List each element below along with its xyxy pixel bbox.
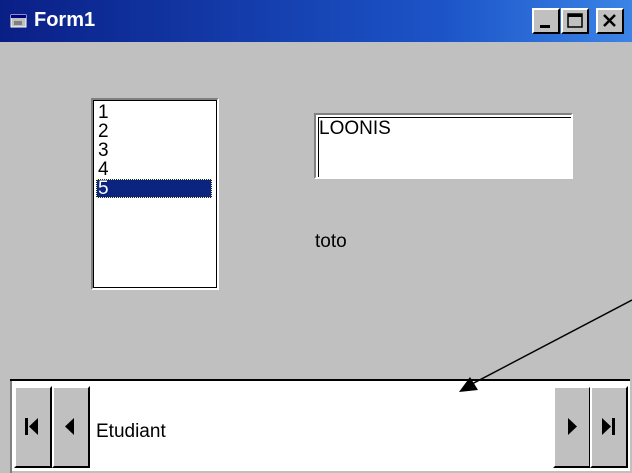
pointer-arrow bbox=[459, 299, 632, 392]
form-window: Form1 1 2 3 4 5 LOONIS toto Etudiant bbox=[0, 0, 632, 473]
